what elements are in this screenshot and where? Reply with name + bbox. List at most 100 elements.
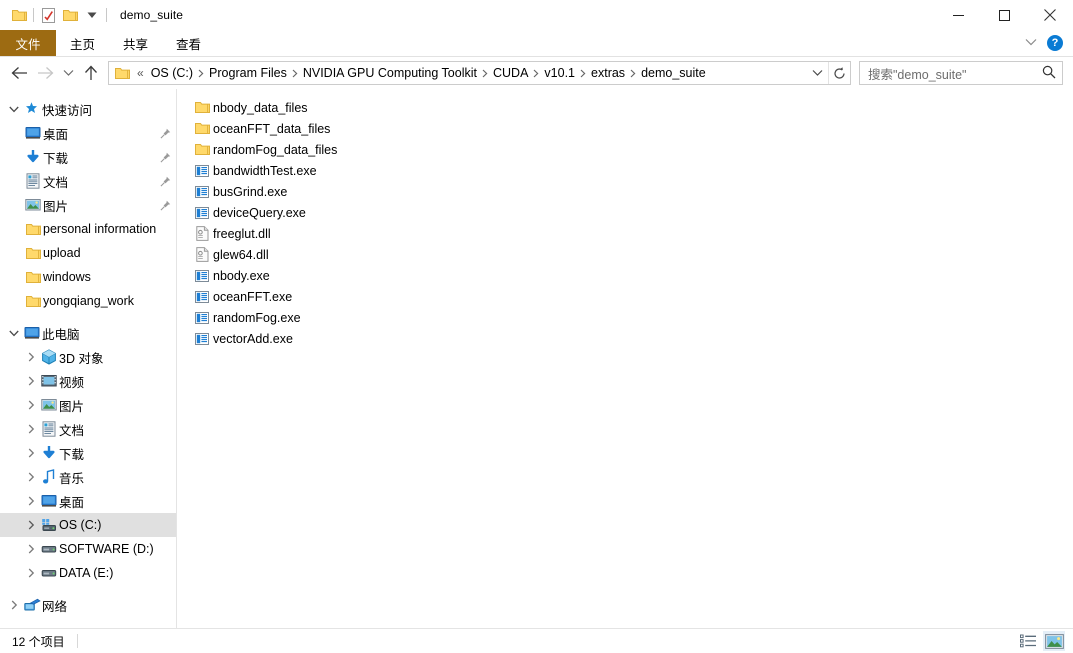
refresh-icon[interactable] [828, 62, 850, 84]
list-item[interactable]: vectorAdd.exe [189, 328, 1073, 349]
sidebar-item-personal-information[interactable]: personal information [0, 217, 176, 241]
sidebar-item-pictures-pc[interactable]: 图片 [0, 393, 176, 417]
sidebar-group-this-pc[interactable]: 此电脑 [0, 321, 176, 345]
help-icon[interactable]: ? [1047, 35, 1063, 51]
list-item[interactable]: randomFog_data_files [189, 139, 1073, 160]
sidebar-item-desktop-pc[interactable]: 桌面 [0, 489, 176, 513]
close-button[interactable] [1027, 0, 1073, 30]
breadcrumb-separator-2[interactable] [480, 69, 490, 78]
desktop-icon [39, 494, 59, 508]
breadcrumb-separator-0[interactable] [196, 69, 206, 78]
list-item[interactable]: nbody_data_files [189, 97, 1073, 118]
breadcrumb-separator-1[interactable] [290, 69, 300, 78]
sidebar-group-quick-access[interactable]: 快速访问 [0, 97, 176, 121]
folder-icon[interactable] [8, 4, 30, 26]
chevron-right-icon[interactable] [23, 376, 39, 386]
breadcrumb-item-2[interactable]: NVIDIA GPU Computing Toolkit [300, 66, 480, 80]
sidebar-item-music[interactable]: 音乐 [0, 465, 176, 489]
list-item[interactable]: randomFog.exe [189, 307, 1073, 328]
chevron-right-icon[interactable] [23, 352, 39, 362]
file-name: nbody.exe [213, 268, 270, 283]
search-input[interactable]: 搜索"demo_suite" [868, 64, 1042, 83]
sidebar-item-os-c[interactable]: OS (C:) [0, 513, 176, 537]
download-icon [39, 445, 59, 461]
chevron-down-icon[interactable] [6, 106, 22, 113]
search-icon[interactable] [1042, 65, 1056, 82]
sidebar-item-pictures[interactable]: 图片 [0, 193, 176, 217]
sidebar-item-yongqiang-work[interactable]: yongqiang_work [0, 289, 176, 313]
pin-icon[interactable] [158, 200, 172, 211]
sidebar-item-upload[interactable]: upload [0, 241, 176, 265]
search-box[interactable]: 搜索"demo_suite" [859, 61, 1063, 85]
title-bar: demo_suite [0, 0, 1073, 30]
pin-icon[interactable] [158, 152, 172, 163]
breadcrumb-item-4[interactable]: v10.1 [541, 66, 578, 80]
breadcrumb-item-1[interactable]: Program Files [206, 66, 290, 80]
sidebar-group-network[interactable]: 网络 [0, 593, 176, 617]
sidebar-item-documents[interactable]: 文档 [0, 169, 176, 193]
breadcrumb-separator-5[interactable] [628, 69, 638, 78]
ribbon-tabs: 文件 主页 共享 查看 ? [0, 30, 1073, 56]
chevron-right-icon[interactable] [23, 448, 39, 458]
executable-icon [191, 164, 213, 177]
sidebar-item-desktop[interactable]: 桌面 [0, 121, 176, 145]
chevron-right-icon[interactable] [23, 400, 39, 410]
details-view-button[interactable] [1017, 631, 1039, 651]
minimize-button[interactable] [935, 0, 981, 30]
list-item[interactable]: deviceQuery.exe [189, 202, 1073, 223]
breadcrumb-item-6[interactable]: demo_suite [638, 66, 709, 80]
file-list[interactable]: nbody_data_files oceanFFT_data_files ran… [177, 89, 1073, 628]
chevron-right-icon[interactable] [23, 520, 39, 530]
sidebar-item-windows[interactable]: windows [0, 265, 176, 289]
list-item[interactable]: bandwidthTest.exe [189, 160, 1073, 181]
large-icons-view-button[interactable] [1043, 631, 1065, 651]
sidebar-item-label: 视频 [59, 375, 85, 390]
tab-share[interactable]: 共享 [109, 30, 162, 56]
breadcrumb-separator-3[interactable] [531, 69, 541, 78]
address-bar[interactable]: « OS (C:) Program Files NVIDIA GPU Compu… [108, 61, 851, 85]
tab-file[interactable]: 文件 [0, 30, 56, 56]
chevron-right-icon[interactable] [23, 544, 39, 554]
sidebar-group-label: 快速访问 [42, 103, 93, 118]
list-item[interactable]: glew64.dll [189, 244, 1073, 265]
tab-home[interactable]: 主页 [56, 30, 109, 56]
chevron-down-icon[interactable] [6, 330, 22, 337]
address-dropdown-icon[interactable] [806, 69, 828, 77]
sidebar-item-data-e[interactable]: DATA (E:) [0, 561, 176, 585]
pin-icon[interactable] [158, 128, 172, 139]
dll-file-icon [191, 247, 213, 262]
new-folder-icon[interactable] [59, 4, 81, 26]
toolbar-separator [33, 8, 34, 22]
sidebar-item-downloads[interactable]: 下载 [0, 145, 176, 169]
maximize-button[interactable] [981, 0, 1027, 30]
collapse-ribbon-icon[interactable] [1025, 37, 1037, 49]
breadcrumb-item-0[interactable]: OS (C:) [148, 66, 196, 80]
list-item[interactable]: nbody.exe [189, 265, 1073, 286]
back-button[interactable] [6, 60, 32, 86]
list-item[interactable]: freeglut.dll [189, 223, 1073, 244]
breadcrumb-overflow[interactable]: « [133, 66, 148, 80]
tab-view[interactable]: 查看 [162, 30, 215, 56]
sidebar-item-videos[interactable]: 视频 [0, 369, 176, 393]
forward-button[interactable] [32, 60, 58, 86]
sidebar-item-software-d[interactable]: SOFTWARE (D:) [0, 537, 176, 561]
breadcrumb-item-3[interactable]: CUDA [490, 66, 531, 80]
breadcrumb-item-5[interactable]: extras [588, 66, 628, 80]
chevron-right-icon[interactable] [23, 496, 39, 506]
sidebar-item-documents-pc[interactable]: 文档 [0, 417, 176, 441]
up-button[interactable] [78, 60, 104, 86]
list-item[interactable]: busGrind.exe [189, 181, 1073, 202]
list-item[interactable]: oceanFFT.exe [189, 286, 1073, 307]
chevron-right-icon[interactable] [23, 568, 39, 578]
chevron-down-icon[interactable] [81, 4, 103, 26]
breadcrumb-separator-4[interactable] [578, 69, 588, 78]
chevron-right-icon[interactable] [23, 424, 39, 434]
pin-icon[interactable] [158, 176, 172, 187]
chevron-right-icon[interactable] [6, 600, 22, 610]
sidebar-item-3d-objects[interactable]: 3D 对象 [0, 345, 176, 369]
recent-locations-button[interactable] [58, 60, 78, 86]
properties-icon[interactable] [37, 4, 59, 26]
sidebar-item-downloads-pc[interactable]: 下载 [0, 441, 176, 465]
list-item[interactable]: oceanFFT_data_files [189, 118, 1073, 139]
chevron-right-icon[interactable] [23, 472, 39, 482]
